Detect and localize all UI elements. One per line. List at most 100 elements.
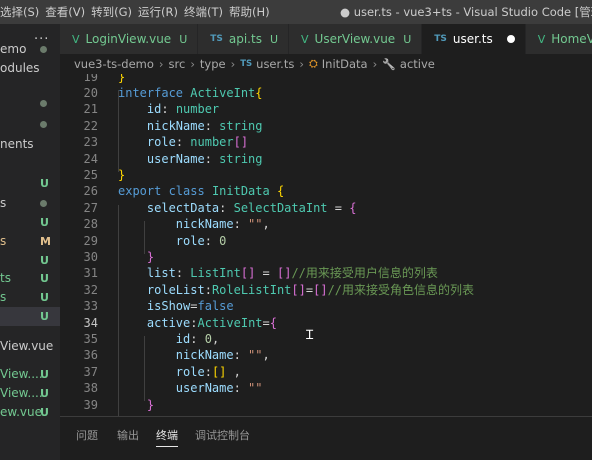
sidebar-tree-item[interactable]: ts U	[0, 269, 60, 288]
code-line[interactable]: 39 }	[60, 397, 592, 413]
sidebar-tree-item[interactable]: U	[0, 307, 60, 326]
code-token: selectData	[146, 200, 220, 215]
sidebar-tree-item[interactable]: View.... U	[0, 365, 60, 384]
code-text: role: 0	[118, 233, 227, 249]
breadcrumb-item[interactable]: src	[169, 57, 186, 71]
line-number: 25	[83, 167, 98, 182]
code-token: ActiveInt	[197, 315, 263, 330]
code-text: id: 0,	[118, 331, 219, 347]
sidebar-tree-item[interactable]	[0, 115, 60, 134]
code-line[interactable]: 25}	[60, 167, 592, 183]
sidebar-tree-item[interactable]: U	[0, 213, 60, 232]
code-line[interactable]: 30 }	[60, 249, 592, 265]
sidebar-tree-item[interactable]: nents	[0, 135, 60, 154]
code-line[interactable]: 26 export class InitData {	[60, 183, 592, 199]
code-line[interactable]: 38 userName: ""	[60, 380, 592, 396]
code-editor[interactable]: 19} 20 interface ActiveInt{21 id: number 22…	[60, 74, 592, 416]
tree-item-label: View.vue	[0, 339, 54, 353]
sidebar-tree-item[interactable]: U	[0, 174, 60, 193]
sidebar-tree-item[interactable]: U	[0, 251, 60, 270]
panel-tab[interactable]: 输出	[117, 427, 139, 443]
menu-item[interactable]: 运行(R)	[138, 0, 186, 24]
code-line[interactable]: 37 role:[] ,	[60, 364, 592, 380]
sidebar-tree-item[interactable]: View.vue	[0, 337, 60, 356]
git-status-badge: U	[40, 368, 49, 381]
breadcrumb-item[interactable]: vue3-ts-demo	[74, 57, 154, 71]
menu-item[interactable]: 终端(T)	[184, 0, 231, 24]
code-token: ""	[248, 381, 263, 396]
panel-tab[interactable]: 调试控制台	[195, 427, 250, 443]
code-token: :	[233, 217, 249, 232]
menu-item[interactable]: 转到(G)	[91, 0, 140, 24]
line-number: 37	[83, 364, 98, 379]
code-token: :	[204, 282, 212, 297]
explorer-sidebar: ··· emo odules nents Us Us M Uts Us U U View.vue Vi…	[0, 24, 60, 460]
code-token: number	[190, 135, 234, 150]
code-token: :	[175, 135, 191, 150]
code-token: }	[146, 249, 155, 264]
tab-loginview-vue[interactable]: V LoginView.vue U	[60, 24, 199, 54]
code-line[interactable]: 27 selectData: SelectDataInt = {	[60, 200, 592, 216]
code-line[interactable]: 29 role: 0	[60, 233, 592, 249]
code-text: export class InitData {	[118, 183, 284, 199]
unsaved-dot-icon[interactable]	[506, 35, 515, 43]
tree-item-label: emo	[0, 42, 27, 56]
code-token: :	[175, 266, 191, 281]
ts-file-icon: TS	[210, 34, 223, 44]
panel-tab[interactable]: 问题	[76, 427, 98, 443]
sidebar-tree-item[interactable]: s	[0, 194, 60, 213]
code-token: =	[262, 315, 270, 330]
code-line[interactable]: 22 nickName: string	[60, 118, 592, 134]
code-token: SelectDataInt	[233, 200, 328, 215]
code-token: roleList	[146, 282, 205, 297]
tab-homevie[interactable]: V HomeVie	[525, 24, 592, 54]
code-line[interactable]: 24 userName: string	[60, 151, 592, 167]
breadcrumb-item[interactable]: active	[400, 57, 435, 71]
code-token: {	[255, 85, 263, 100]
breadcrumb-item[interactable]: user.ts	[256, 57, 294, 71]
menu-item[interactable]: 查看(V)	[45, 0, 93, 24]
code-token: 0	[219, 233, 227, 248]
sidebar-tree-item[interactable]: sM	[0, 232, 60, 251]
code-token: role	[146, 135, 176, 150]
code-line[interactable]: 20 interface ActiveInt{	[60, 85, 592, 101]
menu-item[interactable]: 选择(S)	[0, 0, 47, 24]
code-token: {	[349, 200, 357, 215]
code-token: list	[146, 266, 176, 281]
tab-userview-vue[interactable]: V UserView.vue U	[289, 24, 423, 54]
code-token: }	[146, 397, 155, 412]
code-line[interactable]: 33 isShow=false	[60, 298, 592, 314]
sidebar-tree-item[interactable]: ew.vue U	[0, 403, 60, 422]
tab-api-ts[interactable]: TS api.ts U	[198, 24, 290, 54]
sidebar-tree-item[interactable]: emo	[0, 40, 60, 59]
menu-item[interactable]: 帮助(H)	[229, 0, 278, 24]
code-line[interactable]: 21 id: number	[60, 101, 592, 117]
breadcrumb-item[interactable]: InitData	[322, 57, 368, 71]
panel-tab[interactable]: 终端	[156, 427, 178, 447]
sidebar-tree-item[interactable]	[0, 94, 60, 113]
code-line[interactable]: 28 nickName: "",	[60, 216, 592, 232]
property-wrench-icon: 🔧	[382, 57, 396, 71]
git-status-badge: M	[40, 235, 51, 248]
code-token: =	[255, 266, 277, 281]
code-line[interactable]: 32 roleList:RoleListInt[]=[]//用来接受角色信息的列…	[60, 282, 592, 298]
code-text: userName: ""	[118, 380, 263, 396]
code-token: :	[219, 200, 234, 215]
line-number: 21	[83, 102, 98, 117]
line-number: 32	[83, 282, 98, 297]
breadcrumb-item[interactable]: type	[200, 57, 226, 71]
sidebar-tree-item[interactable]: sU	[0, 288, 60, 307]
sidebar-tree-item[interactable]: odules	[0, 59, 60, 78]
code-text: interface ActiveInt{	[118, 85, 263, 101]
code-line[interactable]: 35 id: 0,	[60, 331, 592, 347]
code-line[interactable]: 31 list: ListInt[] = []//用来接受用户信息的列表	[60, 265, 592, 281]
tab-user-ts[interactable]: TS user.ts	[422, 24, 526, 54]
code-line[interactable]: 23 role: number[]	[60, 134, 592, 150]
sidebar-tree-item[interactable]: View.... U	[0, 384, 60, 403]
code-line[interactable]: 34 active:ActiveInt={	[60, 315, 592, 331]
code-line[interactable]: 19}	[60, 74, 592, 85]
code-line[interactable]: 36 nickName: "",	[60, 347, 592, 363]
